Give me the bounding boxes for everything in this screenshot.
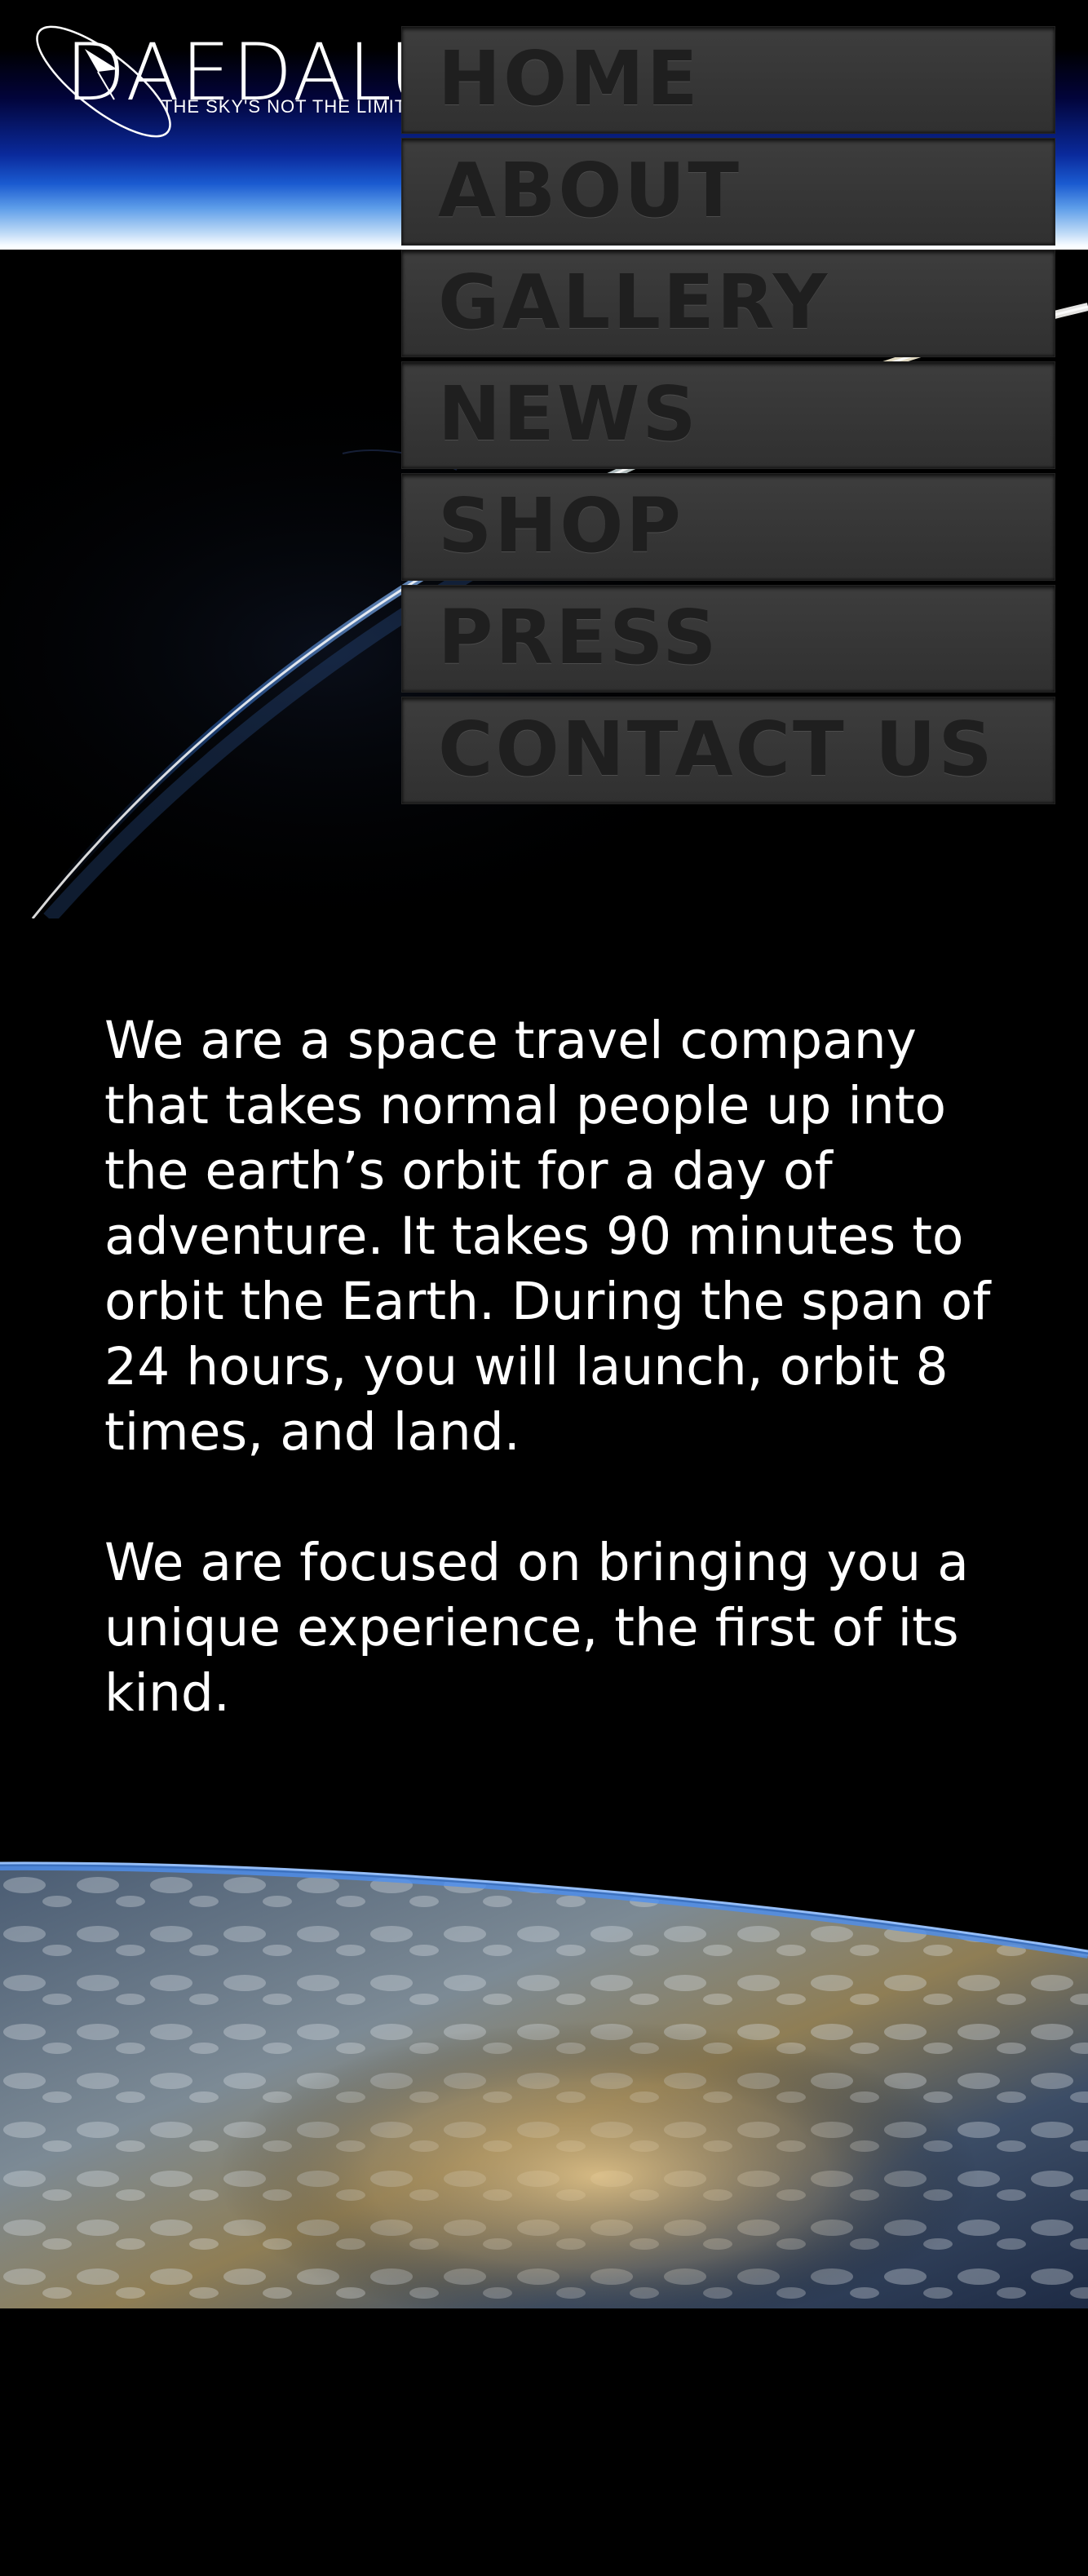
nav-item-label: PRESS [438, 594, 719, 681]
nav-item-shop[interactable]: SHOP [401, 473, 1055, 581]
nav-item-press[interactable]: PRESS [401, 585, 1055, 693]
nav-item-label: SHOP [438, 482, 683, 569]
nav-item-label: GALLERY [438, 259, 830, 346]
nav-item-label: HOME [438, 35, 701, 122]
main-nav-menu: HOME ABOUT GALLERY NEWS SHOP PRESS CONTA… [401, 26, 1055, 808]
nav-item-label: NEWS [438, 370, 699, 458]
nav-item-label: ABOUT [438, 147, 741, 234]
nav-item-news[interactable]: NEWS [401, 361, 1055, 469]
intro-paragraph: We are a space travel company that takes… [104, 1011, 991, 1462]
intro-paragraph: We are focused on bringing you a unique … [104, 1533, 969, 1723]
nav-item-label: CONTACT US [438, 706, 995, 793]
logo-tagline: THE SKY'S NOT THE LIMIT [161, 96, 407, 117]
nav-item-gallery[interactable]: GALLERY [401, 250, 1055, 357]
intro-section: We are a space travel company that takes… [104, 1008, 1002, 1791]
earth-image [0, 1816, 1088, 2308]
earth-from-orbit-image [0, 1816, 1088, 2308]
nav-item-about[interactable]: ABOUT [401, 138, 1055, 246]
nav-item-contact-us[interactable]: CONTACT US [401, 697, 1055, 804]
nav-item-home[interactable]: HOME [401, 26, 1055, 134]
